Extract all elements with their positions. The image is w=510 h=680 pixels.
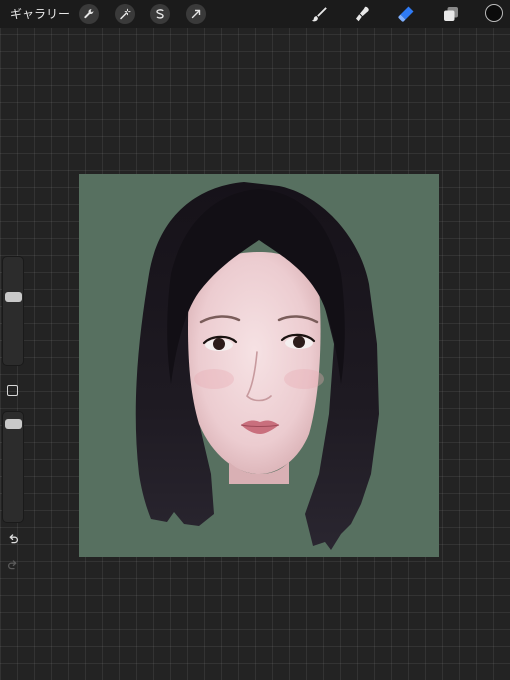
selection-icon[interactable] — [150, 4, 170, 24]
left-sidebar — [0, 256, 26, 582]
color-picker-swatch[interactable] — [485, 4, 503, 22]
magic-wand-icon[interactable] — [115, 4, 135, 24]
brush-size-slider-thumb[interactable] — [5, 291, 22, 302]
transform-arrow-icon[interactable] — [186, 4, 206, 24]
smudge-icon[interactable] — [352, 3, 374, 25]
layers-icon[interactable] — [440, 3, 462, 25]
brush-icon[interactable] — [308, 3, 330, 25]
eraser-icon[interactable] — [395, 3, 417, 25]
gallery-button[interactable]: ギャラリー — [10, 6, 70, 22]
portrait-painting — [135, 182, 379, 550]
top-toolbar: ギャラリー — [0, 0, 510, 28]
opacity-slider-thumb[interactable] — [5, 418, 22, 429]
brush-size-slider[interactable] — [2, 256, 24, 366]
undo-arrow-icon[interactable] — [4, 530, 22, 548]
face — [188, 252, 321, 474]
opacity-slider[interactable] — [2, 411, 24, 523]
wrench-icon[interactable] — [79, 4, 99, 24]
drawing-canvas[interactable] — [79, 174, 439, 557]
square-outline-icon[interactable] — [7, 385, 18, 396]
redo-arrow-icon[interactable] — [4, 556, 22, 574]
